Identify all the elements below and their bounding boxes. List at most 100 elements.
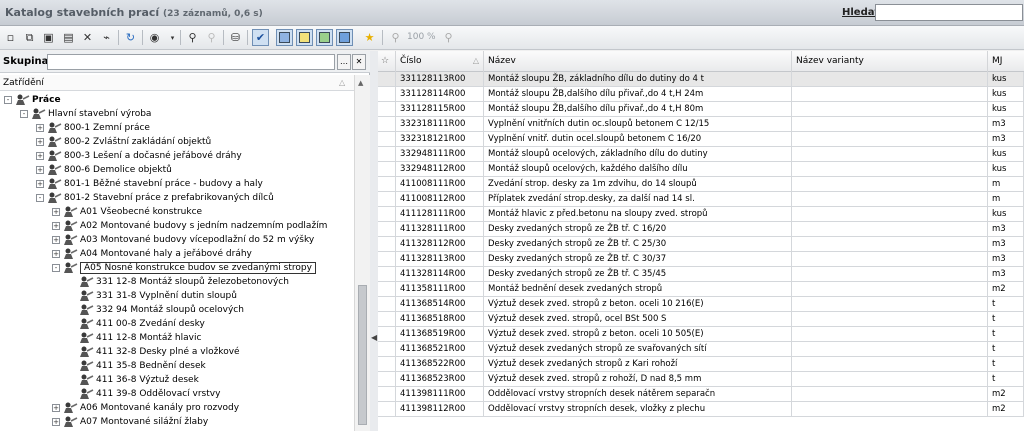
row-star-cell[interactable] bbox=[378, 222, 396, 237]
table-row[interactable]: 411008112R00 Příplatek zvedání strop.desk… bbox=[378, 192, 1024, 207]
yellow-square-icon[interactable] bbox=[296, 29, 313, 46]
expand-icon[interactable]: + bbox=[52, 236, 60, 244]
tree-node[interactable]: +800-2 Zvláštní zakládání objektů bbox=[36, 135, 211, 149]
table-row[interactable]: 411128111R00 Montáž hlavic z před.betonu … bbox=[378, 207, 1024, 222]
view-icon[interactable]: ◉ bbox=[146, 29, 163, 46]
table-row[interactable]: 332318121R00 Vyplnění vnitř. dutin ocel.s… bbox=[378, 132, 1024, 147]
group-input[interactable] bbox=[47, 54, 335, 70]
tree-node[interactable]: - Hlavní stavební výroba bbox=[20, 107, 151, 121]
zoom-out-icon[interactable]: ⚲ bbox=[440, 29, 457, 46]
row-star-cell[interactable] bbox=[378, 372, 396, 387]
row-star-cell[interactable] bbox=[378, 117, 396, 132]
col-cislo[interactable]: Číslo △ bbox=[396, 51, 484, 72]
row-star-cell[interactable] bbox=[378, 282, 396, 297]
table-row[interactable]: 332948111R00 Montáž sloupů ocelových, zák… bbox=[378, 147, 1024, 162]
star-column-icon[interactable]: ☆ bbox=[378, 51, 396, 72]
row-star-cell[interactable] bbox=[378, 327, 396, 342]
tree-node[interactable]: 411 35-8 Bednění desek bbox=[68, 359, 206, 373]
tree-node[interactable]: + A04 Montované haly a jeřábové dráhy bbox=[52, 247, 252, 261]
tree-node[interactable]: - Práce bbox=[4, 93, 61, 107]
row-star-cell[interactable] bbox=[378, 207, 396, 222]
database-icon[interactable]: ⛁ bbox=[227, 29, 244, 46]
view-dropdown-icon[interactable]: ▾ bbox=[164, 29, 181, 46]
table-row[interactable]: 332948112R00 Montáž sloupů ocelových, kaž… bbox=[378, 162, 1024, 177]
tree-node[interactable]: 332 94 Montáž sloupů ocelových bbox=[68, 303, 244, 317]
tree-header[interactable]: Zatřídění △ bbox=[0, 75, 354, 91]
tree-node[interactable]: +801-1 Běžné stavební práce - budovy a h… bbox=[36, 177, 263, 191]
table-row[interactable]: 411008111R00 Zvedání strop. desky za 1m z… bbox=[378, 177, 1024, 192]
row-star-cell[interactable] bbox=[378, 132, 396, 147]
row-star-cell[interactable] bbox=[378, 387, 396, 402]
tree-node[interactable]: 331 31-8 Vyplnění dutin sloupů bbox=[68, 289, 237, 303]
tree-node[interactable]: 411 00-8 Zvedání desky bbox=[68, 317, 205, 331]
refresh-icon[interactable]: ↻ bbox=[122, 29, 139, 46]
panel-splitter[interactable]: ◀ bbox=[370, 51, 378, 431]
tree-node[interactable]: 411 12-8 Montáž hlavic bbox=[68, 331, 201, 345]
collapse-left-icon[interactable]: ◀ bbox=[371, 333, 377, 342]
expand-icon[interactable]: + bbox=[36, 124, 44, 132]
zoom-in-icon[interactable]: ⚲ bbox=[387, 29, 404, 46]
table-row[interactable]: 411368521R00 Výztuž desek zvedaných strop… bbox=[378, 342, 1024, 357]
expand-icon[interactable]: + bbox=[36, 152, 44, 160]
tree-node[interactable]: - A05 Nosné konstrukce budov se zvedanými… bbox=[52, 261, 316, 275]
expand-icon[interactable]: + bbox=[36, 138, 44, 146]
tree-scrollbar[interactable]: ▲ bbox=[354, 75, 370, 431]
expand-icon[interactable]: + bbox=[36, 180, 44, 188]
expand-icon[interactable]: + bbox=[52, 208, 60, 216]
row-star-cell[interactable] bbox=[378, 252, 396, 267]
table-row[interactable]: 411328113R00 Desky zvedaných stropů ze ŽB… bbox=[378, 252, 1024, 267]
table-row[interactable]: 331128113R00 Montáž sloupu ŽB, základního… bbox=[378, 72, 1024, 87]
search-input[interactable] bbox=[875, 4, 1023, 21]
row-star-cell[interactable] bbox=[378, 357, 396, 372]
row-star-cell[interactable] bbox=[378, 102, 396, 117]
table-row[interactable]: 411368518R00 Výztuž desek zved. stropů, o… bbox=[378, 312, 1024, 327]
row-star-cell[interactable] bbox=[378, 267, 396, 282]
table-row[interactable]: 331128114R00 Montáž sloupu ŽB,dalšího díl… bbox=[378, 87, 1024, 102]
check-icon[interactable]: ✔ bbox=[252, 29, 269, 46]
row-star-cell[interactable] bbox=[378, 192, 396, 207]
delete-icon[interactable]: ✕ bbox=[79, 29, 96, 46]
table-row[interactable]: 411398111R00 Oddělovací vrstvy stropních … bbox=[378, 387, 1024, 402]
scroll-thumb[interactable] bbox=[358, 285, 367, 425]
new-doc-icon[interactable]: ▫ bbox=[2, 29, 19, 46]
copy-doc-icon[interactable]: ⧉ bbox=[21, 29, 38, 46]
collapse-icon[interactable]: - bbox=[36, 194, 44, 202]
table-row[interactable]: 411328112R00 Desky zvedaných stropů ze ŽB… bbox=[378, 237, 1024, 252]
tree-node[interactable]: 411 36-8 Výztuž desek bbox=[68, 373, 199, 387]
row-star-cell[interactable] bbox=[378, 87, 396, 102]
col-mj[interactable]: MJ bbox=[988, 51, 1024, 72]
expand-icon[interactable]: + bbox=[36, 166, 44, 174]
tree-node[interactable]: + A01 Všeobecné konstrukce bbox=[52, 205, 202, 219]
col-nazev-varianty[interactable]: Název varianty bbox=[792, 51, 988, 72]
green-square-icon[interactable] bbox=[316, 29, 333, 46]
row-star-cell[interactable] bbox=[378, 147, 396, 162]
table-row[interactable]: 411398112R00 Oddělovací vrstvy stropních … bbox=[378, 402, 1024, 417]
tree-node[interactable]: 331 12-8 Montáž sloupů železobetonových bbox=[68, 275, 289, 289]
collapse-icon[interactable]: - bbox=[20, 110, 28, 118]
row-star-cell[interactable] bbox=[378, 162, 396, 177]
paste-doc-icon[interactable]: ▣ bbox=[40, 29, 57, 46]
row-star-cell[interactable] bbox=[378, 402, 396, 417]
tree-node[interactable]: - 801-2 Stavební práce z prefabrikovaných… bbox=[36, 191, 274, 205]
table-row[interactable]: 411358111R00 Montáž bednění desek zvedaný… bbox=[378, 282, 1024, 297]
tree-node[interactable]: +800-3 Lešení a dočasné jeřábové dráhy bbox=[36, 149, 242, 163]
save-icon[interactable]: ▤ bbox=[60, 29, 77, 46]
tree-node[interactable]: 411 32-8 Desky plné a vložkové bbox=[68, 345, 240, 359]
table-row[interactable]: 411368514R00 Výztuž desek zved. stropů z … bbox=[378, 297, 1024, 312]
filter-icon[interactable]: ⚲ bbox=[184, 29, 201, 46]
link-icon[interactable]: ⌁ bbox=[98, 29, 115, 46]
favorite-star-icon[interactable]: ★ bbox=[361, 29, 378, 46]
scroll-up-icon[interactable]: ▲ bbox=[358, 79, 363, 87]
expand-icon[interactable]: + bbox=[52, 418, 60, 426]
table-row[interactable]: 411368523R00 Výztuž desek zved. stropů z … bbox=[378, 372, 1024, 387]
tree-node[interactable]: 411 39-8 Oddělovací vrstvy bbox=[68, 387, 220, 401]
expand-icon[interactable]: + bbox=[52, 404, 60, 412]
expand-icon[interactable]: + bbox=[52, 222, 60, 230]
row-star-cell[interactable] bbox=[378, 237, 396, 252]
table-row[interactable]: 411368522R00 Výztuž desek zvedaných strop… bbox=[378, 357, 1024, 372]
row-star-cell[interactable] bbox=[378, 297, 396, 312]
tree-node[interactable]: +800-6 Demolice objektů bbox=[36, 163, 172, 177]
tree-node[interactable]: + A07 Montované silážní žlaby bbox=[52, 415, 208, 429]
blue2-square-icon[interactable] bbox=[336, 29, 353, 46]
blue-square-icon[interactable] bbox=[276, 29, 293, 46]
